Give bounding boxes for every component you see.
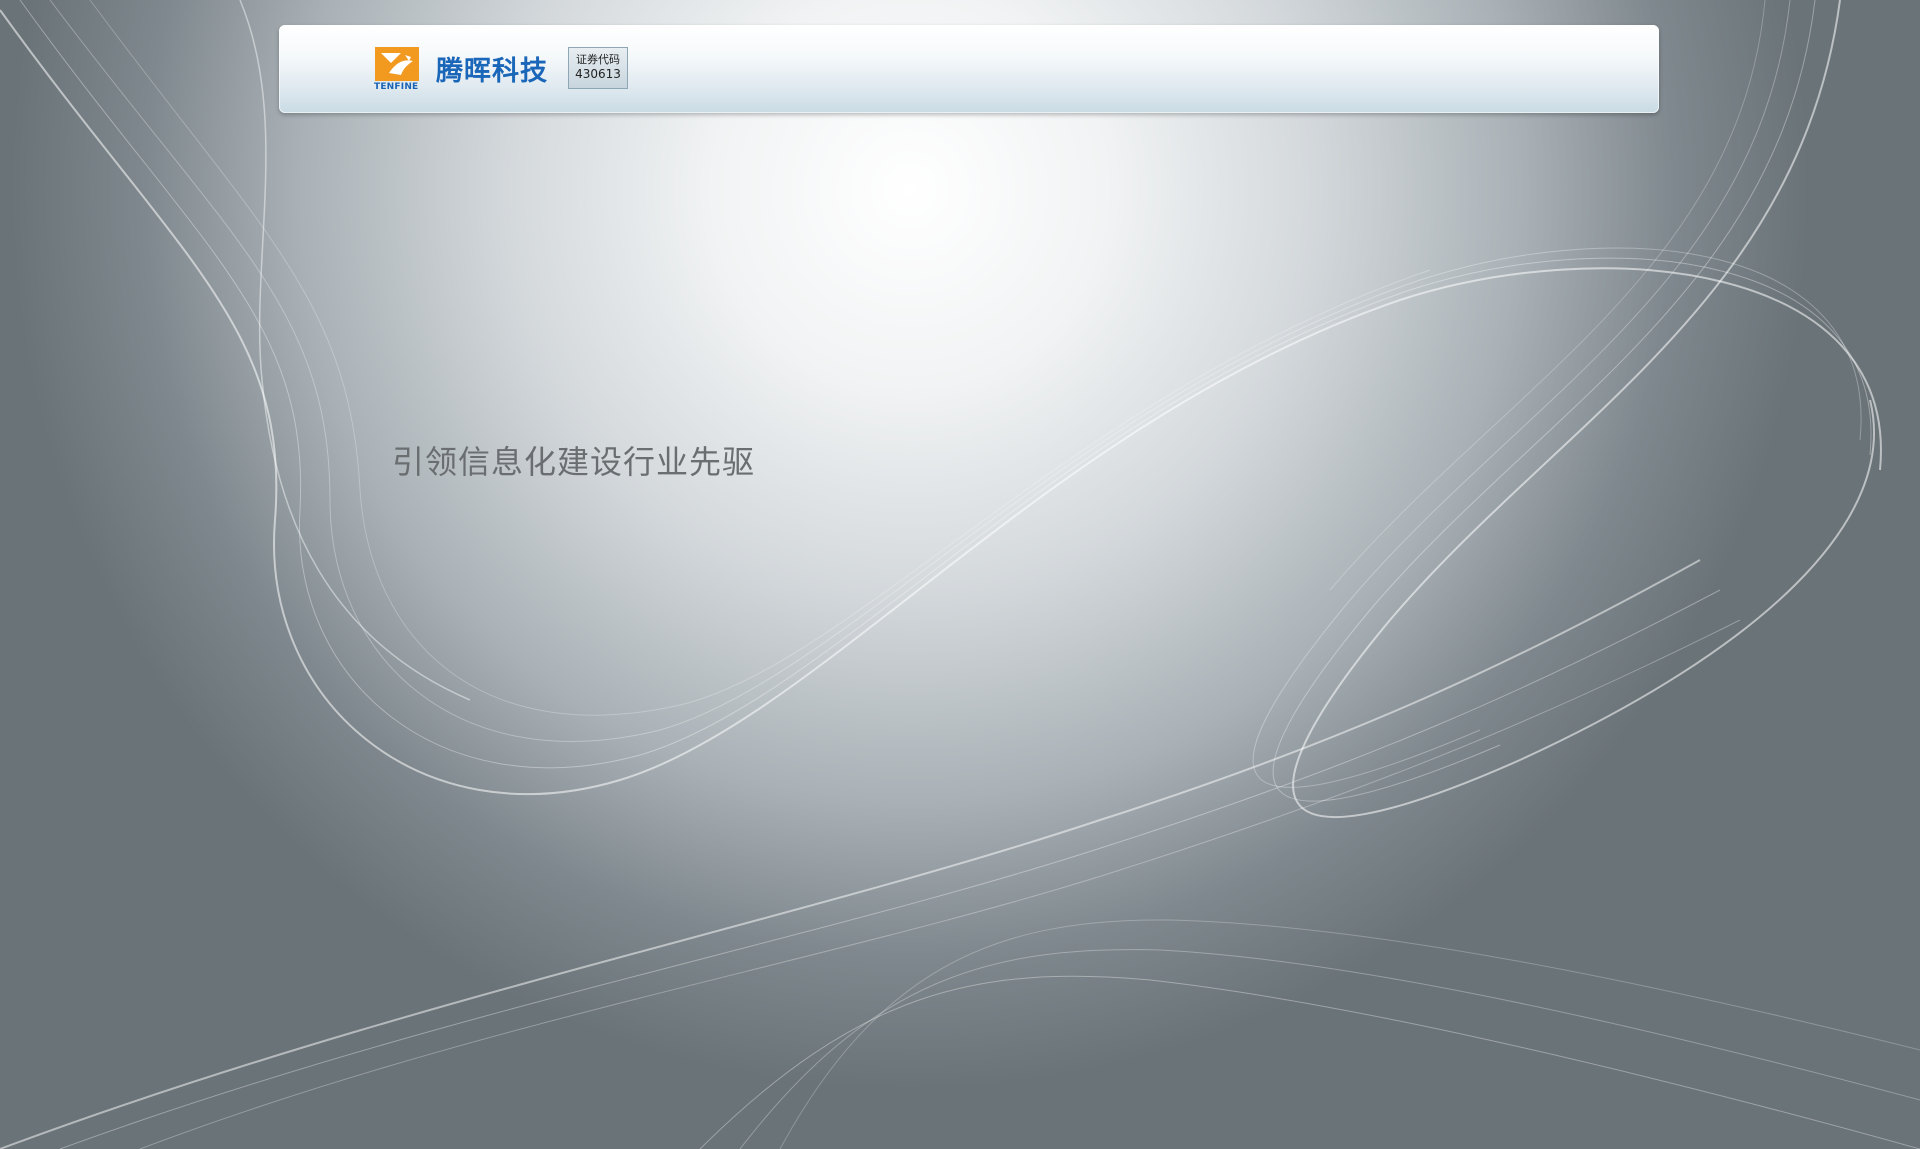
- company-name[interactable]: 腾晖科技: [436, 49, 548, 88]
- stock-code-value: 430613: [575, 67, 621, 81]
- slogan-text: 引领信息化建设行业先驱: [392, 443, 756, 481]
- stock-code-label: 证券代码: [576, 53, 620, 66]
- stock-code-badge: 证券代码 430613: [568, 47, 628, 89]
- header-bar: TENFINE 腾晖科技 证券代码 430613: [279, 25, 1659, 113]
- company-latin-name: TENFINE: [374, 82, 419, 92]
- tenfine-logo-icon[interactable]: [375, 47, 419, 81]
- background-wave-decoration: [0, 0, 1920, 1149]
